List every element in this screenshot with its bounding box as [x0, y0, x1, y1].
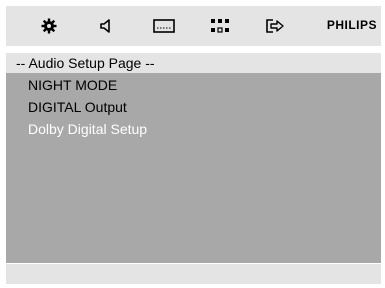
gear-icon[interactable] [37, 17, 61, 35]
menu-item-digital-output[interactable]: DIGITAL Output [28, 99, 127, 115]
page-title-bar: -- Audio Setup Page -- [6, 53, 381, 73]
menu-item-night-mode[interactable]: NIGHT MODE [28, 77, 117, 93]
brand-logo: PHILIPS [326, 18, 377, 32]
status-bar [6, 264, 381, 284]
page-title: -- Audio Setup Page -- [16, 55, 155, 71]
setup-menu-screen: PHILIPS -- Audio Setup Page -- NIGHT MOD… [0, 0, 385, 288]
menu-item-dolby-digital-setup[interactable]: Dolby Digital Setup [28, 121, 147, 137]
menu-list: NIGHT MODE DIGITAL Output Dolby Digital … [6, 73, 381, 263]
top-tab-bar: PHILIPS [6, 6, 381, 46]
display-icon[interactable] [152, 17, 176, 35]
speaker-icon[interactable] [95, 17, 119, 35]
grid-icon[interactable] [208, 17, 232, 35]
exit-icon[interactable] [263, 17, 287, 35]
